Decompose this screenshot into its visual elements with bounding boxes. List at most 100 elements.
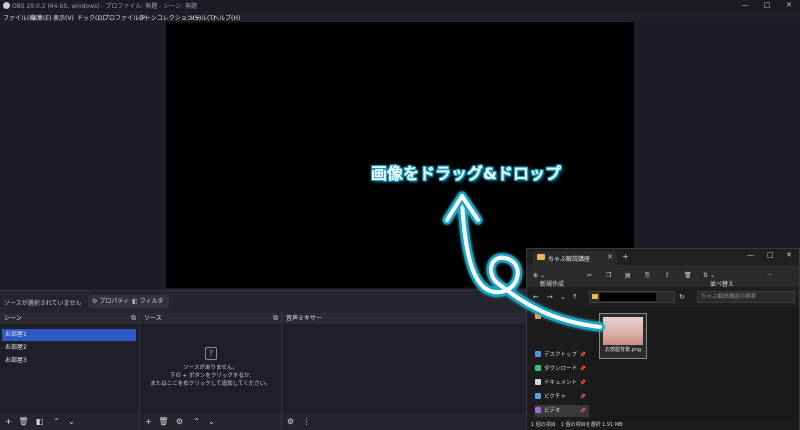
home-icon (535, 313, 541, 319)
sources-header: ソース ⧉ (140, 313, 281, 324)
back-icon[interactable]: ← (533, 293, 539, 301)
nav-label: ドキュメント (544, 380, 578, 386)
menu-bar: ファイル(F) 編集(E) 表示(V) ドック(D) プロファイル(P) シーン… (0, 11, 800, 22)
move-up-icon[interactable]: ⌃ (51, 417, 62, 427)
move-down-icon[interactable]: ⌄ (206, 417, 217, 427)
file-name: お部屋背景.png (604, 347, 642, 353)
explorer-file-list: お部屋背景.png (591, 307, 799, 421)
image-thumbnail (603, 317, 643, 345)
more-options-icon[interactable]: ⋮ (301, 417, 312, 427)
filter-icon: ◧ (132, 298, 138, 305)
menu-dock[interactable]: ドック(D) (77, 13, 104, 22)
nav-item-desktop[interactable]: デスクトップ 📌 (535, 349, 589, 361)
add-source-button[interactable]: + (143, 417, 154, 427)
trash-icon[interactable]: 🗑 (18, 417, 29, 427)
cut-icon[interactable]: ✂ (587, 272, 592, 279)
drag-drop-annotation: 画像をドラッグ&ドロップ (371, 164, 561, 183)
scene-item[interactable]: お部屋3 (2, 355, 136, 367)
mixer-settings-icon[interactable]: ⚙ (285, 417, 296, 427)
sources-dock[interactable]: ソース ⧉ ? ソースがありません。 下の + ボタンをクリックするか, または… (140, 313, 282, 430)
audio-mixer-dock: 音声ミキサー ⚙ ⋮ (282, 313, 527, 430)
empty-sources-line: またはここを右クリックして追加してください。 (150, 381, 271, 387)
pin-icon: 📌 (579, 408, 586, 414)
more-options-icon[interactable]: ··· (767, 272, 773, 279)
undock-icon[interactable]: ⧉ (273, 313, 278, 324)
picture-icon (535, 393, 541, 399)
scene-item[interactable]: お部屋2 (2, 342, 136, 354)
download-icon (535, 365, 541, 371)
gear-icon[interactable]: ⚙ (174, 417, 185, 427)
explorer-minimize-button[interactable]: — (747, 251, 754, 259)
nav-item-pictures[interactable]: ピクチャ 📌 (535, 391, 589, 403)
new-item-button[interactable]: ⊕ 新規作成 ⌄ (533, 272, 564, 288)
nav-label: ホーム (544, 314, 561, 320)
nav-item-home[interactable]: ホーム (535, 311, 589, 323)
rename-icon[interactable]: ⎘ (645, 272, 650, 280)
address-bar[interactable] (589, 291, 675, 303)
copy-icon[interactable]: ❐ (606, 272, 611, 279)
close-tab-icon[interactable]: ✕ (607, 253, 613, 261)
menu-edit[interactable]: 編集(E) (31, 13, 51, 22)
scene-item[interactable]: お部屋1 (2, 329, 136, 341)
scenes-title: シーン (4, 315, 22, 322)
forward-icon[interactable]: → (547, 293, 553, 301)
maximize-button[interactable]: □ (758, 0, 776, 11)
move-down-icon[interactable]: ⌄ (66, 417, 77, 427)
obs-logo-icon (3, 2, 10, 9)
question-icon: ? (205, 347, 217, 360)
empty-sources-line: ソースがありません。 (183, 365, 238, 371)
refresh-icon[interactable]: ↻ (679, 293, 685, 301)
mixer-header: 音声ミキサー (282, 313, 526, 324)
document-icon (535, 379, 541, 385)
menu-help[interactable]: ヘルプ(H) (213, 13, 240, 22)
new-tab-button[interactable]: + (622, 252, 629, 261)
nav-label: ビデオ (544, 408, 561, 414)
sources-title: ソース (144, 315, 162, 322)
mixer-title: 音声ミキサー (286, 315, 323, 322)
nav-label: ダウンロード (544, 366, 578, 372)
folder-icon (537, 254, 545, 260)
pin-icon: 📌 (579, 352, 586, 358)
nav-label: ピクチャ (544, 394, 566, 400)
file-item[interactable]: お部屋背景.png (599, 313, 647, 359)
explorer-maximize-button[interactable]: □ (767, 251, 774, 259)
paste-icon[interactable]: ▤ (625, 272, 631, 279)
search-input[interactable]: ちゃぶ解説講座の検索 (697, 291, 795, 303)
explorer-tab-strip: ちゃぶ解説講座 ✕ + — □ ✕ (527, 249, 799, 265)
sort-button[interactable]: ⇅ 並べ替え ⌄ (703, 272, 734, 288)
nav-item-documents[interactable]: ドキュメント 📌 (535, 377, 589, 389)
redacted-path (600, 293, 656, 301)
explorer-nav-pane: ホーム デスクトップ 📌 ダウンロード 📌 ドキュメント 📌 ピクチャ 📌 ビデオ 📌 (527, 307, 591, 421)
undock-icon[interactable]: ⧉ (131, 313, 136, 324)
add-scene-button[interactable]: + (3, 417, 14, 427)
nav-item-downloads[interactable]: ダウンロード 📌 (535, 363, 589, 375)
scenes-footer: + 🗑 ◧ ⌃ ⌄ (0, 414, 139, 430)
sources-footer: + 🗑 ⚙ ⌃ ⌄ (140, 414, 281, 430)
filters-button[interactable]: ◧ フィルタ (128, 295, 169, 308)
gear-icon: ⚙ (92, 298, 98, 305)
scenes-header: シーン ⧉ (0, 313, 139, 324)
minimize-button[interactable]: — (736, 0, 754, 11)
chevron-down-icon[interactable]: ⌄ (560, 293, 566, 301)
scenes-dock: シーン ⧉ お部屋1 お部屋2 お部屋3 + 🗑 ◧ ⌃ ⌄ (0, 313, 140, 430)
delete-icon[interactable]: 🗑 (684, 272, 692, 279)
explorer-close-button[interactable]: ✕ (786, 251, 792, 259)
close-button[interactable]: ✕ (780, 0, 798, 11)
menu-view[interactable]: 表示(V) (53, 13, 74, 22)
share-icon[interactable]: ⇪ (665, 272, 670, 279)
explorer-address-row: ← → ⌄ ↑ ↻ ちゃぶ解説講座の検索 (527, 287, 799, 307)
explorer-tab[interactable]: ちゃぶ解説講座 ✕ (533, 251, 617, 265)
up-icon[interactable]: ↑ (572, 293, 578, 301)
trash-icon[interactable]: 🗑 (158, 417, 169, 427)
folder-icon (592, 294, 598, 299)
move-up-icon[interactable]: ⌃ (191, 417, 202, 427)
title-bar: OBS 29.0.2 (64-bit, windows) - プロファイル: 無… (0, 0, 800, 11)
properties-label: プロパティ (99, 298, 130, 305)
mixer-footer: ⚙ ⋮ (282, 414, 526, 430)
nav-item-videos[interactable]: ビデオ 📌 (535, 405, 589, 417)
no-source-selected-label: ソースが選択されていません (4, 300, 82, 307)
scene-filter-icon[interactable]: ◧ (34, 417, 45, 427)
menu-tools[interactable]: ツール(T) (189, 13, 215, 22)
window-title: OBS 29.0.2 (64-bit, windows) - プロファイル: 無… (12, 3, 197, 10)
explorer-tab-title: ちゃぶ解説講座 (548, 256, 591, 263)
